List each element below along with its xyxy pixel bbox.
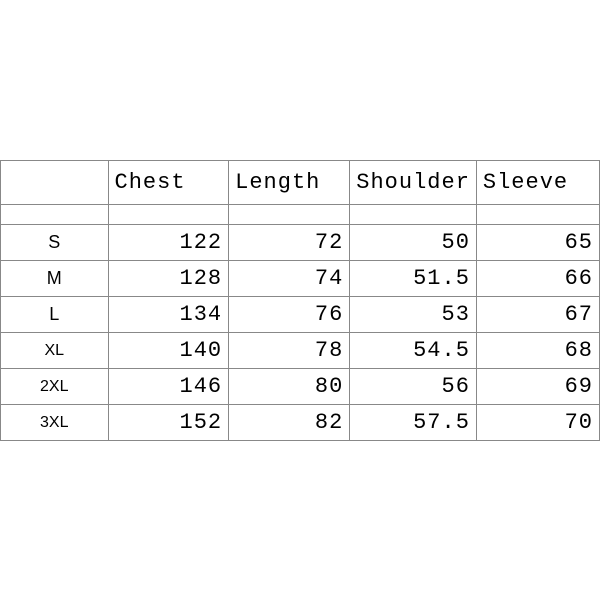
table-row: XL 140 78 54.5 68	[1, 333, 600, 369]
cell-shoulder: 57.5	[350, 405, 477, 441]
cell-chest: 152	[108, 405, 229, 441]
cell-sleeve: 66	[476, 261, 599, 297]
cell-length: 80	[229, 369, 350, 405]
cell-chest: 146	[108, 369, 229, 405]
cell-shoulder: 50	[350, 225, 477, 261]
cell-chest: 122	[108, 225, 229, 261]
header-size	[1, 161, 109, 205]
header-shoulder: Shoulder	[350, 161, 477, 205]
cell-size: L	[1, 297, 109, 333]
table-row: 2XL 146 80 56 69	[1, 369, 600, 405]
table-row: 3XL 152 82 57.5 70	[1, 405, 600, 441]
cell-sleeve: 68	[476, 333, 599, 369]
cell-sleeve: 67	[476, 297, 599, 333]
cell-shoulder: 53	[350, 297, 477, 333]
cell-length: 74	[229, 261, 350, 297]
cell-sleeve: 70	[476, 405, 599, 441]
cell-sleeve: 69	[476, 369, 599, 405]
cell-length: 78	[229, 333, 350, 369]
table-header-row: Chest Length Shoulder Sleeve	[1, 161, 600, 205]
table-row: M 128 74 51.5 66	[1, 261, 600, 297]
table-empty-row	[1, 205, 600, 225]
table-row: S 122 72 50 65	[1, 225, 600, 261]
header-sleeve: Sleeve	[476, 161, 599, 205]
cell-shoulder: 51.5	[350, 261, 477, 297]
cell-sleeve: 65	[476, 225, 599, 261]
header-chest: Chest	[108, 161, 229, 205]
cell-size: S	[1, 225, 109, 261]
cell-size: 2XL	[1, 369, 109, 405]
cell-length: 82	[229, 405, 350, 441]
cell-shoulder: 54.5	[350, 333, 477, 369]
cell-length: 72	[229, 225, 350, 261]
header-length: Length	[229, 161, 350, 205]
sizing-table: Chest Length Shoulder Sleeve S 122 72 50…	[0, 160, 600, 441]
cell-chest: 128	[108, 261, 229, 297]
cell-chest: 140	[108, 333, 229, 369]
cell-shoulder: 56	[350, 369, 477, 405]
cell-chest: 134	[108, 297, 229, 333]
cell-length: 76	[229, 297, 350, 333]
table-row: L 134 76 53 67	[1, 297, 600, 333]
cell-size: M	[1, 261, 109, 297]
cell-size: XL	[1, 333, 109, 369]
sizing-table-container: Chest Length Shoulder Sleeve S 122 72 50…	[0, 160, 600, 441]
cell-size: 3XL	[1, 405, 109, 441]
